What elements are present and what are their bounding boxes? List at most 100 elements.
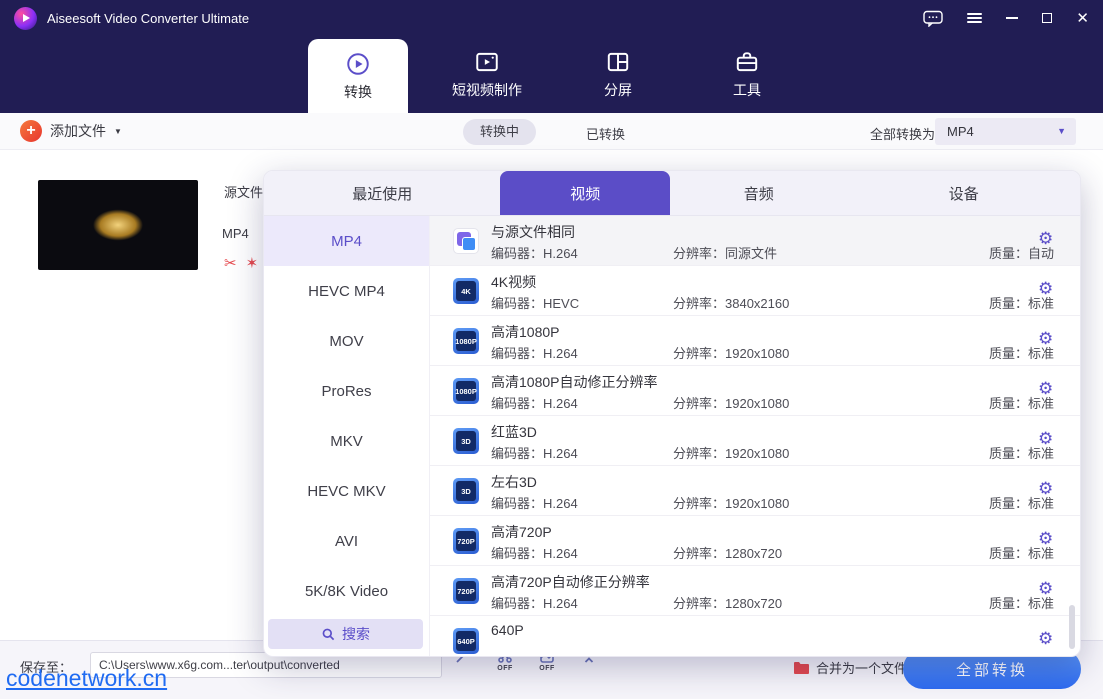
tab-recent[interactable]: 最近使用 <box>264 171 500 215</box>
format-title: 4K视频 <box>491 272 536 292</box>
nav-tab-short-video[interactable]: 短视频制作 <box>430 36 544 113</box>
tab-converting[interactable]: 转换中 <box>463 119 536 145</box>
format-encoder: 编码器：H.264 <box>491 543 578 562</box>
format-row-sbs-3d[interactable]: 3D 左右3D 编码器：H.264 分辨率：1920x1080 质量：标准 ⚙ <box>430 466 1080 516</box>
format-resolution: 分辨率：1280x720 <box>673 593 782 612</box>
search-label: 搜索 <box>342 624 370 644</box>
format-resolution: 分辨率：1920x1080 <box>673 443 789 462</box>
format-resolution: 分辨率：1920x1080 <box>673 393 789 412</box>
format-badge-icon: 1080P <box>453 328 479 354</box>
app-logo-icon <box>14 7 37 30</box>
tab-video[interactable]: 视频 <box>500 171 670 215</box>
add-file-button[interactable]: + 添加文件 ▼ <box>20 120 122 142</box>
nav-tab-convert[interactable]: 转换 <box>308 39 408 113</box>
format-resolution: 分辨率：同源文件 <box>673 243 777 262</box>
cut-icon[interactable]: ✂ <box>224 254 237 272</box>
format-row-720p[interactable]: 720P 高清720P 编码器：H.264 分辨率：1280x720 质量：标准… <box>430 516 1080 566</box>
format-row-1080p[interactable]: 1080P 高清1080P 编码器：H.264 分辨率：1920x1080 质量… <box>430 316 1080 366</box>
sidebar-item-hevc-mp4[interactable]: HEVC MP4 <box>264 266 429 316</box>
settings-gear-icon[interactable]: ⚙ <box>1038 529 1053 549</box>
maximize-button[interactable] <box>1042 13 1052 23</box>
output-format-value: MP4 <box>947 124 974 139</box>
search-button[interactable]: 搜索 <box>268 619 423 649</box>
toolbox-icon <box>734 49 760 75</box>
settings-gear-icon[interactable]: ⚙ <box>1038 429 1053 449</box>
effect-icon[interactable]: ✶ <box>246 254 259 272</box>
format-badge-icon: 4K <box>453 278 479 304</box>
format-encoder: 编码器：HEVC <box>491 293 579 312</box>
format-row-anaglyph-3d[interactable]: 3D 红蓝3D 编码器：H.264 分辨率：1920x1080 质量：标准 ⚙ <box>430 416 1080 466</box>
search-icon <box>321 627 335 641</box>
file-flags: ✂ ✶ <box>224 254 258 272</box>
main-nav: 转换 短视频制作 分屏 工具 <box>0 36 1103 113</box>
format-row-1080p-auto[interactable]: 1080P 高清1080P自动修正分辨率 编码器：H.264 分辨率：1920x… <box>430 366 1080 416</box>
format-list: 与源文件相同 编码器：H.264 分辨率：同源文件 质量：自动 ⚙ 4K 4K视… <box>430 216 1080 657</box>
output-format-select[interactable]: MP4 ▼ <box>935 118 1076 145</box>
sidebar-item-mov[interactable]: MOV <box>264 316 429 366</box>
merge-file-icon <box>793 661 809 675</box>
tab-device[interactable]: 设备 <box>848 171 1080 215</box>
format-row-640p[interactable]: 640P 640P ⚙ <box>430 616 1080 657</box>
close-button[interactable]: ✕ <box>1076 11 1089 26</box>
add-file-label: 添加文件 <box>50 121 106 141</box>
sidebar-item-5k8k-video[interactable]: 5K/8K Video <box>264 566 429 616</box>
sidebar-item-prores[interactable]: ProRes <box>264 366 429 416</box>
sidebar-item-avi[interactable]: AVI <box>264 516 429 566</box>
settings-gear-icon[interactable]: ⚙ <box>1038 479 1053 499</box>
format-encoder: 编码器：H.264 <box>491 593 578 612</box>
format-title: 高清1080P <box>491 322 559 342</box>
format-badge-icon: 3D <box>453 428 479 454</box>
nav-tab-split-screen[interactable]: 分屏 <box>578 36 658 113</box>
titlebar: Aiseesoft Video Converter Ultimate ✕ <box>0 0 1103 36</box>
short-video-icon <box>474 49 500 75</box>
off-badge: OFF <box>539 665 555 672</box>
tab-converted[interactable]: 已转换 <box>586 124 625 143</box>
chevron-down-icon: ▼ <box>1057 126 1066 136</box>
format-badge-icon: 640P <box>453 628 479 654</box>
format-row-720p-auto[interactable]: 720P 高清720P自动修正分辨率 编码器：H.264 分辨率：1280x72… <box>430 566 1080 616</box>
plus-icon: + <box>20 120 42 142</box>
minimize-button[interactable] <box>1006 17 1018 19</box>
format-resolution: 分辨率：1920x1080 <box>673 493 789 512</box>
settings-gear-icon[interactable]: ⚙ <box>1038 229 1053 249</box>
format-resolution: 分辨率：3840x2160 <box>673 293 789 312</box>
format-title: 高清720P自动修正分辨率 <box>491 572 650 592</box>
format-title: 高清720P <box>491 522 552 542</box>
sidebar-item-mp4[interactable]: MP4 <box>264 216 429 266</box>
nav-tab-label: 工具 <box>733 80 761 100</box>
format-badge-icon: 1080P <box>453 378 479 404</box>
same-as-source-icon <box>453 228 479 254</box>
format-title: 左右3D <box>491 472 537 492</box>
format-encoder: 编码器：H.264 <box>491 343 578 362</box>
format-row-same-as-source[interactable]: 与源文件相同 编码器：H.264 分辨率：同源文件 质量：自动 ⚙ <box>430 216 1080 266</box>
format-encoder: 编码器：H.264 <box>491 393 578 412</box>
app-window: Aiseesoft Video Converter Ultimate ✕ <box>0 0 1103 699</box>
settings-gear-icon[interactable]: ⚙ <box>1038 629 1053 649</box>
sidebar-item-mkv[interactable]: MKV <box>264 416 429 466</box>
split-screen-icon <box>605 49 631 75</box>
format-title: 640P <box>491 622 524 638</box>
format-badge-icon: 720P <box>453 578 479 604</box>
scrollbar-thumb[interactable] <box>1069 605 1075 649</box>
source-file-label: 源文件 <box>224 182 263 201</box>
format-row-4k[interactable]: 4K 4K视频 编码器：HEVC 分辨率：3840x2160 质量：标准 ⚙ <box>430 266 1080 316</box>
merge-into-one-file-option[interactable]: 合并为一个文件 <box>793 658 907 677</box>
tab-audio[interactable]: 音频 <box>670 171 848 215</box>
format-title: 红蓝3D <box>491 422 537 442</box>
settings-gear-icon[interactable]: ⚙ <box>1038 279 1053 299</box>
format-picker-popup: 最近使用 视频 音频 设备 MP4 HEVC MP4 MOV ProRes MK… <box>263 170 1081 657</box>
format-title: 高清1080P自动修正分辨率 <box>491 372 657 392</box>
nav-tab-label: 短视频制作 <box>452 80 522 100</box>
settings-gear-icon[interactable]: ⚙ <box>1038 329 1053 349</box>
watermark: codenetwork.cn <box>6 665 167 692</box>
chevron-down-icon[interactable]: ▼ <box>114 127 122 136</box>
settings-gear-icon[interactable]: ⚙ <box>1038 579 1053 599</box>
sidebar-item-hevc-mkv[interactable]: HEVC MKV <box>264 466 429 516</box>
nav-tab-tools[interactable]: 工具 <box>704 36 790 113</box>
file-format-text: MP4 <box>222 226 249 241</box>
feedback-icon[interactable] <box>923 10 943 27</box>
settings-gear-icon[interactable]: ⚙ <box>1038 379 1053 399</box>
menu-icon[interactable] <box>967 11 982 25</box>
app-title: Aiseesoft Video Converter Ultimate <box>47 11 249 26</box>
nav-tab-label: 分屏 <box>604 80 632 100</box>
